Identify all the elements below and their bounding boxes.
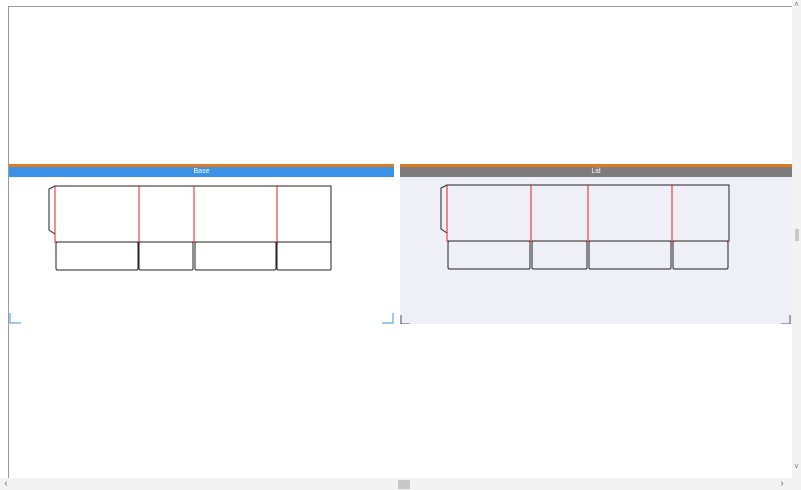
panel-title-lid[interactable]: Lid [400, 167, 792, 177]
panel-body-lid[interactable] [400, 177, 792, 324]
bottom-flap [588, 240, 672, 270]
bottom-flap [138, 241, 194, 271]
box-upper-outline [54, 185, 332, 243]
bottom-flap [672, 240, 729, 270]
vertical-scroll-thumb[interactable] [795, 229, 799, 241]
horizontal-scrollbar[interactable]: ‹ › [0, 478, 792, 490]
glue-flap [440, 184, 448, 234]
scrollbar-corner [792, 478, 801, 490]
horizontal-scroll-thumb[interactable] [398, 480, 410, 489]
selection-corner-br [382, 313, 394, 324]
bottom-flap [531, 240, 588, 270]
bottom-flap [194, 241, 277, 271]
panel-base[interactable]: Base [9, 164, 394, 324]
glue-flap [48, 185, 56, 235]
panel-corner-br [781, 315, 791, 324]
panel-lid[interactable]: Lid [400, 164, 792, 324]
vertical-scrollbar[interactable]: ˄ ˅ [792, 0, 801, 478]
scroll-up-arrow-icon[interactable]: ˄ [792, 0, 801, 10]
panel-title-base[interactable]: Base [9, 167, 394, 177]
bottom-flap [55, 241, 139, 271]
panel-body-base[interactable] [9, 177, 394, 324]
scroll-left-arrow-icon[interactable]: ‹ [0, 478, 12, 490]
bottom-flap [276, 241, 332, 271]
scroll-right-arrow-icon[interactable]: › [776, 478, 788, 490]
dieline-base-drawing[interactable] [9, 177, 394, 324]
dieline-canvas[interactable]: Base Lid [8, 6, 792, 478]
scroll-down-arrow-icon[interactable]: ˅ [792, 462, 801, 472]
panel-corner-bl [400, 315, 410, 324]
dieline-lid-drawing[interactable] [400, 177, 792, 324]
bottom-flap [447, 240, 531, 270]
selection-corner-bl [9, 313, 21, 324]
